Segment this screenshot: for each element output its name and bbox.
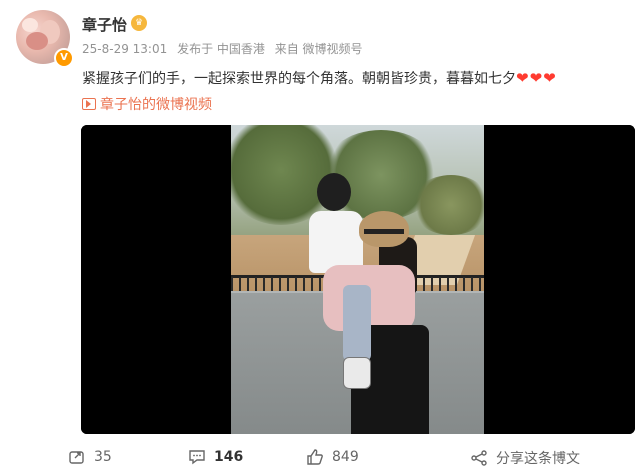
- verified-badge-icon: V: [54, 48, 74, 68]
- share-icon: [471, 450, 487, 466]
- video-link-label[interactable]: 章子怡的微博视频: [100, 97, 212, 113]
- comment-count: 146: [214, 449, 244, 465]
- author-name[interactable]: 章子怡: [82, 14, 127, 35]
- forward-icon: [69, 451, 84, 464]
- heart-emoji-icons: ❤❤❤: [516, 69, 557, 87]
- video-player[interactable]: [81, 125, 635, 434]
- like-count: 849: [332, 449, 359, 465]
- like-button[interactable]: 849: [306, 448, 359, 466]
- post-location: 发布于 中国香港: [177, 42, 265, 56]
- forward-count: 35: [94, 449, 112, 465]
- video-frame[interactable]: [231, 125, 484, 434]
- letterbox-right: [484, 125, 635, 434]
- action-bar: 35 146 849 分享这条博文: [0, 440, 640, 476]
- post-body: 紧握孩子们的手，一起探索世界的每个角落。朝朝皆珍贵，暮暮如七夕: [82, 71, 516, 87]
- share-button[interactable]: 分享这条博文: [470, 448, 580, 468]
- post-time[interactable]: 25-8-29 13:01: [82, 42, 167, 56]
- comment-button[interactable]: 146: [188, 448, 243, 466]
- share-label: 分享这条博文: [496, 451, 580, 467]
- thumbs-up-icon: [307, 449, 323, 465]
- post-text: 紧握孩子们的手，一起探索世界的每个角落。朝朝皆珍贵，暮暮如七夕❤❤❤: [82, 68, 557, 88]
- video-link[interactable]: 章子怡的微博视频: [82, 94, 212, 114]
- forward-button[interactable]: 35: [68, 448, 112, 466]
- video-icon: [82, 98, 96, 110]
- comment-icon: [189, 450, 205, 465]
- letterbox-left: [81, 125, 231, 434]
- crown-icon[interactable]: ♛: [131, 15, 147, 31]
- post-source[interactable]: 来自 微博视频号: [275, 42, 363, 56]
- post-meta: 25-8-29 13:01 发布于 中国香港 来自 微博视频号: [82, 40, 369, 57]
